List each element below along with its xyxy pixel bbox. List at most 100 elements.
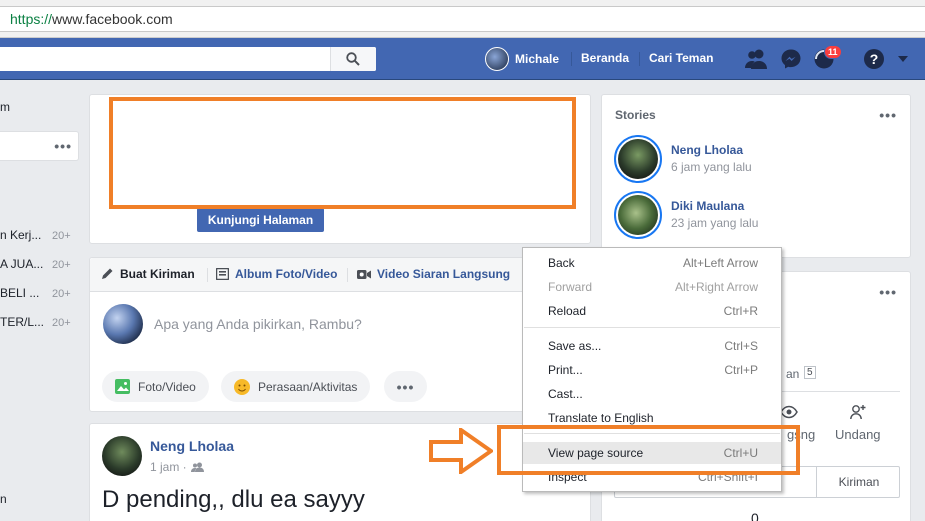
menu-item-label: Save as...	[548, 339, 602, 353]
count-value: 0	[751, 510, 759, 521]
help-icon[interactable]: ?	[863, 48, 885, 70]
more-options-icon[interactable]: •••	[54, 138, 72, 154]
address-bar[interactable]: https://www.facebook.com	[0, 6, 925, 32]
stories-title: Stories	[615, 108, 656, 122]
story-author[interactable]: Diki Maulana	[671, 199, 744, 213]
story-author[interactable]: Neng Lholaa	[671, 143, 743, 157]
avatar	[618, 195, 658, 235]
divider	[207, 268, 208, 282]
smiley-icon	[234, 378, 250, 395]
story-time: 6 jam yang lalu	[671, 160, 752, 174]
profile-link[interactable]: Michale	[485, 47, 559, 71]
tab-live-video[interactable]: Video Siaran Langsung	[357, 267, 510, 281]
home-link[interactable]: Beranda	[581, 51, 629, 65]
sidebar-item-label[interactable]: TER/L...	[0, 315, 44, 329]
menu-item-shortcut: Ctrl+P	[724, 363, 758, 377]
menu-item-label: Print...	[548, 363, 583, 377]
menu-item-shortcut: Alt+Right Arrow	[674, 280, 758, 294]
messenger-icon[interactable]	[780, 48, 802, 70]
story-avatar[interactable]	[614, 135, 662, 183]
tab-label: Album Foto/Video	[235, 267, 338, 281]
search-button[interactable]	[330, 47, 376, 71]
find-friends-link[interactable]: Cari Teman	[649, 51, 713, 65]
menu-item-shortcut: Ctrl+S	[724, 339, 758, 353]
pill-label: Foto/Video	[138, 379, 196, 394]
post-composer: Buat Kiriman Album Foto/Video Video Siar…	[89, 257, 591, 412]
menu-item-reload[interactable]: Reload Ctrl+R	[523, 300, 781, 322]
url-scheme: https://	[10, 11, 53, 27]
text-fragment: an	[786, 367, 800, 381]
friend-requests-icon[interactable]	[744, 48, 768, 70]
more-options-icon[interactable]: •••	[879, 284, 897, 300]
friends-audience-icon	[191, 462, 204, 472]
menu-item-shortcut: Ctrl+R	[723, 304, 758, 318]
sidebar-item-count: 20+	[52, 230, 71, 242]
story-time: 23 jam yang lalu	[671, 216, 759, 230]
annotation-arrow-icon	[429, 428, 493, 474]
eye-icon	[780, 405, 798, 419]
avatar	[618, 139, 658, 179]
story-avatar[interactable]	[614, 191, 662, 239]
add-person-icon	[850, 405, 866, 420]
sidebar-item-label[interactable]: BELI ...	[0, 286, 39, 300]
sidebar-shortcut-box[interactable]: •••	[0, 131, 79, 161]
photo-icon	[115, 379, 130, 394]
menu-item-label: Cast...	[548, 387, 583, 401]
menu-item-back[interactable]: Back Alt+Left Arrow	[523, 252, 781, 274]
sidebar-item-label[interactable]: n Kerj...	[0, 228, 41, 242]
count-box: 5	[804, 366, 816, 379]
tab-photo-album[interactable]: Album Foto/Video	[216, 267, 337, 281]
more-options-icon[interactable]: •••	[879, 107, 897, 123]
menu-item-forward[interactable]: Forward Alt+Right Arrow	[523, 276, 781, 298]
pencil-icon	[102, 268, 113, 279]
photo-video-button[interactable]: Foto/Video	[102, 371, 209, 402]
divider	[639, 52, 640, 66]
menu-item-label: Translate to English	[548, 411, 654, 425]
menu-separator	[524, 327, 780, 328]
svg-text:?: ?	[870, 51, 879, 67]
avatar	[485, 47, 509, 71]
menu-item-save-as[interactable]: Save as... Ctrl+S	[523, 335, 781, 357]
invite-button[interactable]: Undang	[835, 427, 881, 442]
post-text: D pending,, dlu ea sayyy	[102, 486, 365, 513]
album-icon	[216, 268, 229, 280]
tab-create-post[interactable]: Buat Kiriman	[100, 267, 195, 281]
visit-page-button[interactable]: Kunjungi Halaman	[197, 208, 324, 232]
pill-label: Perasaan/Aktivitas	[258, 379, 358, 394]
sidebar-item-label[interactable]: A JUA...	[0, 257, 43, 271]
url-host: www.facebook.com	[52, 11, 173, 27]
profile-name: Michale	[515, 52, 560, 66]
menu-item-print[interactable]: Print... Ctrl+P	[523, 359, 781, 381]
tab-label: Buat Kiriman	[120, 267, 195, 281]
more-options-button[interactable]: •••	[384, 371, 427, 402]
divider	[571, 52, 572, 66]
post-author[interactable]: Neng Lholaa	[150, 438, 234, 454]
menu-item-shortcut: Alt+Left Arrow	[682, 256, 758, 270]
sidebar-item-label[interactable]: m	[0, 100, 10, 114]
post-timestamp[interactable]: 1 jam ·	[150, 460, 187, 474]
sidebar-item-label[interactable]: n	[0, 492, 7, 506]
composer-input[interactable]: Apa yang Anda pikirkan, Rambu?	[154, 316, 362, 332]
sidebar-item-count: 20+	[52, 259, 71, 271]
avatar	[103, 304, 143, 344]
menu-item-label: Back	[548, 256, 575, 270]
tab-posts[interactable]: Kiriman	[816, 467, 901, 497]
stories-card: Stories ••• Neng Lholaa 6 jam yang lalu …	[601, 94, 911, 258]
more-options-icon: •••	[396, 378, 415, 395]
feeling-activity-button[interactable]: Perasaan/Aktivitas	[221, 371, 371, 402]
browser-toolbar: https://www.facebook.com	[0, 0, 925, 38]
divider	[347, 268, 348, 282]
facebook-header: Michale Beranda Cari Teman ?	[0, 38, 925, 80]
composer-tabs: Buat Kiriman Album Foto/Video Video Siar…	[90, 258, 590, 292]
annotation-highlight-box	[109, 97, 576, 209]
avatar[interactable]	[102, 436, 142, 476]
search-input[interactable]	[0, 47, 376, 71]
tab-label: Video Siaran Langsung	[377, 267, 511, 281]
menu-item-label: Reload	[548, 304, 587, 318]
menu-item-cast[interactable]: Cast...	[523, 383, 781, 405]
sidebar-item-count: 20+	[52, 317, 71, 329]
notification-badge: 11	[824, 45, 842, 59]
chevron-down-icon[interactable]	[897, 55, 909, 63]
menu-item-label: Forward	[548, 280, 593, 294]
sidebar-item-count: 20+	[52, 288, 71, 300]
